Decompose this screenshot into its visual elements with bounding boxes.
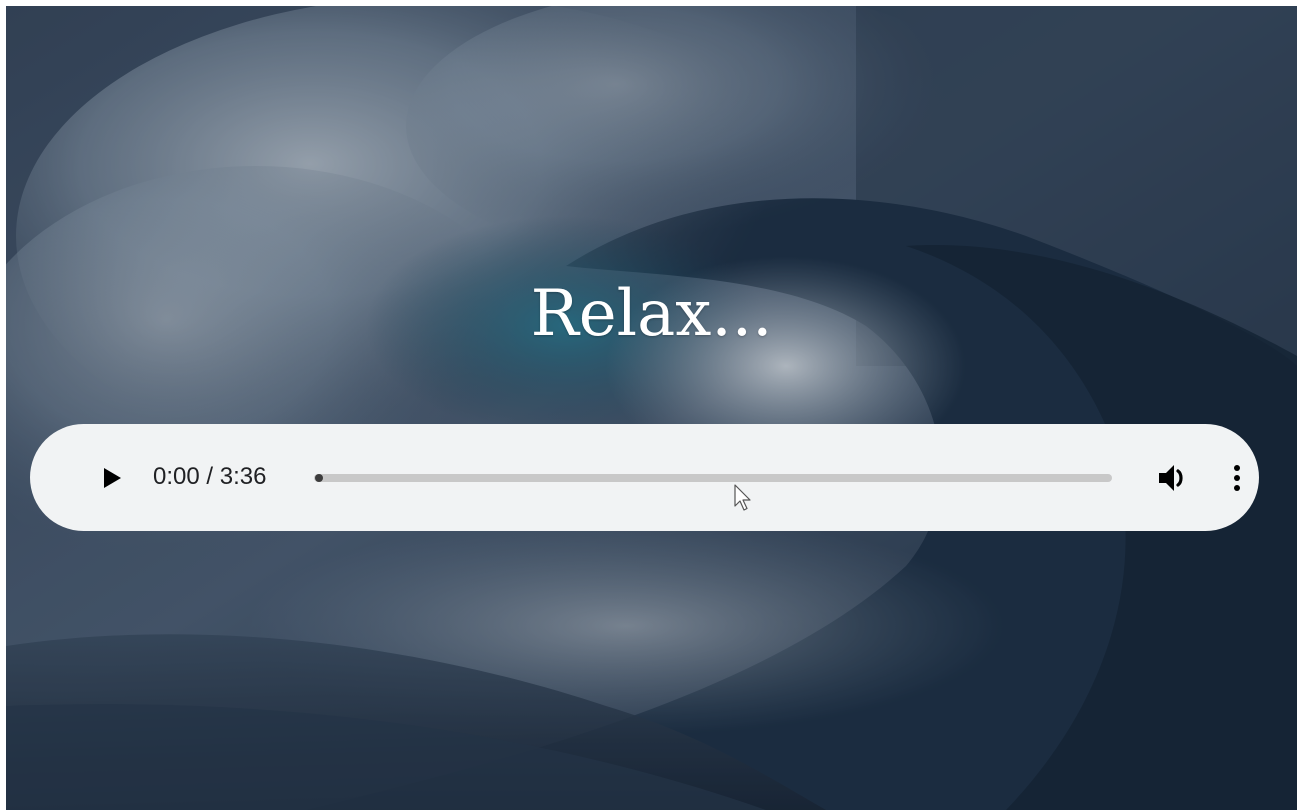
mouse-cursor-icon [734, 484, 751, 511]
ocean-wave-background [6, 6, 1297, 810]
time-display: 0:00 / 3:36 [153, 463, 267, 490]
audio-player: 0:00 / 3:36 [30, 424, 1259, 531]
background-frame: Relax... [6, 6, 1297, 810]
seek-slider[interactable] [314, 474, 1112, 482]
volume-icon [1159, 465, 1183, 491]
page-title: Relax... [530, 277, 773, 351]
more-options-button[interactable] [1220, 458, 1254, 498]
play-icon [104, 468, 121, 488]
play-button[interactable] [92, 458, 132, 498]
volume-button[interactable] [1154, 460, 1194, 496]
seek-thumb[interactable] [315, 474, 323, 482]
more-options-icon [1234, 465, 1240, 491]
